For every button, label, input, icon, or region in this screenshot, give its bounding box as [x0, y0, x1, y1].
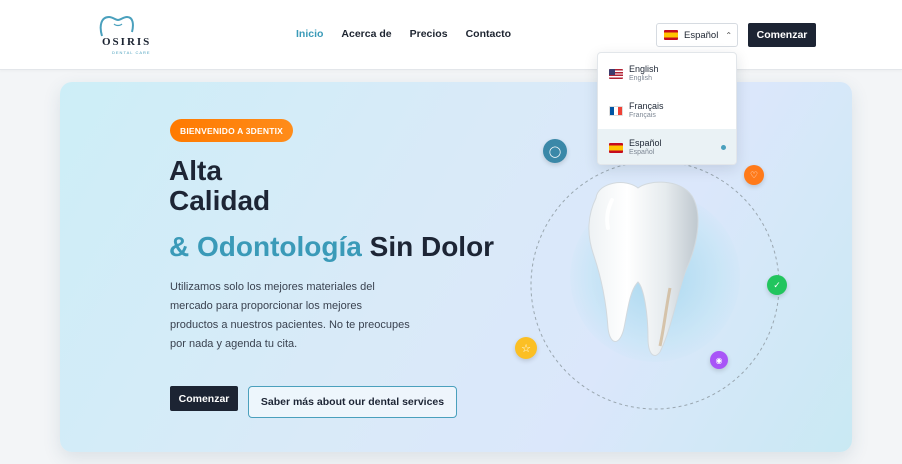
heart-icon: ♡ [744, 165, 764, 185]
page: OSIRIS DENTAL CARE Inicio Acerca de Prec… [0, 0, 902, 464]
language-option-native: English [629, 75, 652, 82]
language-option-name: Français [629, 101, 664, 111]
language-option-name: English [629, 64, 659, 74]
tooth-icon [588, 181, 699, 356]
language-option-espanol[interactable]: Español Español [598, 129, 736, 164]
learn-more-button[interactable]: Saber más about our dental services [248, 386, 457, 418]
welcome-badge: BIENVENIDO A 3DENTIX [170, 119, 294, 142]
eye-icon: ◉ [710, 351, 728, 369]
language-selector-button[interactable]: Español ⌃ [656, 23, 738, 47]
nav-inicio[interactable]: Inicio [296, 28, 323, 40]
language-option-native: Français [629, 112, 656, 119]
check-icon: ✓ [767, 275, 787, 295]
hero-description: Utilizamos solo los mejores materiales d… [170, 281, 410, 350]
hero-start-button[interactable]: Comenzar [170, 386, 238, 411]
main-nav: Inicio Acerca de Precios Contacto [296, 28, 511, 40]
chevron-up-icon: ⌃ [725, 30, 733, 40]
language-option-francais[interactable]: Français Français [598, 92, 736, 128]
selected-indicator-icon [721, 145, 726, 150]
hero-title-line3: & Odontología Sin Dolor [169, 231, 494, 263]
language-option-name: Español [629, 138, 662, 148]
fr-flag-icon [609, 106, 623, 116]
language-dropdown: English English Français Français Españo… [597, 52, 737, 165]
language-selector-label: Español [684, 29, 719, 41]
tooth-badge-icon: ◯ [543, 139, 567, 163]
es-flag-icon [609, 143, 623, 153]
nav-acerca-de[interactable]: Acerca de [341, 28, 391, 40]
nav-contacto[interactable]: Contacto [466, 28, 512, 40]
hero-title-line1: Alta [169, 155, 222, 186]
es-flag-icon [664, 30, 678, 40]
header-start-button[interactable]: Comenzar [748, 23, 816, 47]
nav-precios[interactable]: Precios [410, 28, 448, 40]
hero-title-accent: & Odontología [169, 231, 362, 262]
us-flag-icon [609, 69, 623, 79]
language-option-native: Español [629, 149, 655, 156]
logo-name: OSIRIS [102, 36, 152, 48]
star-icon: ☆ [515, 337, 537, 359]
logo[interactable]: OSIRIS DENTAL CARE [96, 14, 156, 56]
hero-title-line2: Calidad [169, 185, 271, 216]
hero-title-end: Sin Dolor [361, 231, 495, 262]
language-option-english[interactable]: English English [598, 55, 736, 91]
site-header: OSIRIS DENTAL CARE Inicio Acerca de Prec… [0, 0, 902, 70]
logo-tagline: DENTAL CARE [112, 50, 151, 55]
